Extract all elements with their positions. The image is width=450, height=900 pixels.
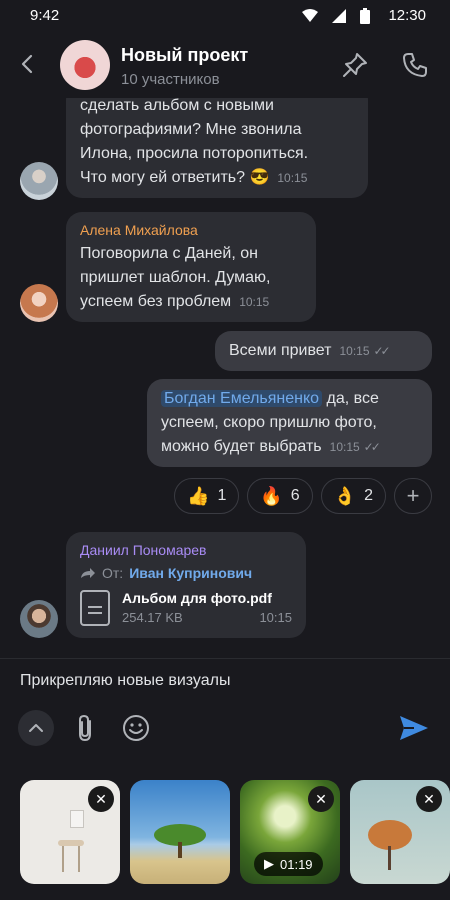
- paperclip-icon: [79, 714, 91, 742]
- smile-icon: [123, 715, 149, 741]
- message-time: 10:15: [329, 440, 360, 454]
- pin-icon: [343, 53, 367, 77]
- read-ticks-icon: ✓✓: [363, 440, 381, 454]
- mention-link[interactable]: Богдан Емельяненко: [161, 390, 323, 407]
- pin-button[interactable]: [340, 50, 370, 80]
- sender-name[interactable]: Даниил Пономарев: [80, 540, 292, 560]
- chat-avatar[interactable]: [60, 40, 110, 90]
- call-button[interactable]: [400, 50, 430, 80]
- reaction-chip[interactable]: 👌 2: [320, 478, 386, 514]
- chat-members-count[interactable]: 10 участников: [121, 71, 220, 88]
- attach-button[interactable]: [68, 710, 104, 746]
- chevron-left-icon: [21, 54, 33, 74]
- status-time-left: 9:42: [30, 7, 60, 24]
- message-time: 10:15: [239, 295, 270, 309]
- message-input[interactable]: Прикрепляю новые визуалы: [20, 672, 230, 690]
- reaction-count: 6: [290, 487, 300, 504]
- battery-icon: [360, 8, 370, 24]
- reaction-chip[interactable]: 👍 1: [174, 478, 240, 514]
- attachment-thumbnail[interactable]: [130, 780, 230, 884]
- play-icon: ▶: [264, 856, 274, 871]
- status-icons: [302, 8, 370, 24]
- back-button[interactable]: [14, 50, 42, 78]
- document-icon: [80, 590, 110, 626]
- message-bubble-outgoing[interactable]: Богдан Емельяненко да, все успеем, скоро…: [147, 379, 432, 467]
- message-text: Всеми привет: [229, 342, 332, 359]
- reactions-bar: 👍 1 🔥 6 👌 2 +: [174, 478, 432, 514]
- forwarded-label: От:: [102, 565, 124, 581]
- file-info: Альбом для фото.pdf 254.17 KB 10:15: [122, 588, 292, 628]
- sender-avatar[interactable]: [20, 162, 58, 200]
- attachment-thumbnail[interactable]: ✕: [20, 780, 120, 884]
- expand-button[interactable]: [18, 710, 54, 746]
- chevron-up-icon: [29, 724, 43, 732]
- phone-icon: [403, 53, 427, 77]
- chat-title[interactable]: Новый проект: [121, 45, 248, 66]
- reaction-chip[interactable]: 🔥 6: [247, 478, 313, 514]
- remove-attachment-button[interactable]: ✕: [308, 786, 334, 812]
- message-bubble[interactable]: сделать альбом с новыми фотографиями? Мн…: [66, 98, 368, 198]
- message-time: 10:15: [339, 344, 370, 358]
- remove-attachment-button[interactable]: ✕: [416, 786, 442, 812]
- file-size-text: 254.17 KB: [122, 610, 183, 625]
- reaction-count: 2: [364, 487, 373, 504]
- read-ticks-icon: ✓✓: [373, 344, 391, 358]
- message-bubble[interactable]: Алена Михайлова Поговорила с Даней, он п…: [66, 212, 316, 322]
- message-bubble[interactable]: Даниил Пономарев От: Иван Купринович Аль…: [66, 532, 306, 638]
- attachment-strip: ✕ ✕ ▶ 01:19 ✕: [20, 780, 450, 884]
- sender-avatar[interactable]: [20, 284, 58, 322]
- message-time: 10:15: [277, 171, 308, 185]
- video-duration: 01:19: [280, 856, 313, 872]
- thumbs-up-icon: 👍: [187, 485, 210, 506]
- send-button[interactable]: [396, 710, 432, 746]
- file-name: Альбом для фото.pdf: [122, 590, 272, 606]
- close-icon: ✕: [95, 790, 107, 807]
- file-attachment[interactable]: Альбом для фото.pdf 254.17 KB 10:15: [80, 588, 292, 628]
- sender-name[interactable]: Алена Михайлова: [80, 220, 302, 240]
- message-bubble-outgoing[interactable]: Всеми привет 10:15 ✓✓: [215, 331, 432, 371]
- message-time: 10:15: [259, 610, 292, 625]
- message-text: сделать альбом с новыми фотографиями? Мн…: [80, 98, 309, 186]
- attachment-thumbnail[interactable]: ✕ ▶ 01:19: [240, 780, 340, 884]
- close-icon: ✕: [315, 790, 327, 807]
- file-size: 254.17 KB 10:15: [122, 608, 292, 628]
- video-duration-badge: ▶ 01:19: [254, 852, 323, 876]
- message-list[interactable]: сделать альбом с новыми фотографиями? Мн…: [0, 98, 450, 658]
- close-icon: ✕: [423, 790, 435, 807]
- signal-icon: [332, 9, 346, 23]
- fire-icon: 🔥: [260, 485, 283, 506]
- add-reaction-button[interactable]: +: [394, 478, 432, 514]
- remove-attachment-button[interactable]: ✕: [88, 786, 114, 812]
- ok-hand-icon: 👌: [333, 485, 357, 506]
- emoji-button[interactable]: [118, 710, 154, 746]
- wifi-icon: [302, 9, 318, 22]
- status-bar: 9:42 12:30: [0, 0, 450, 32]
- attachment-thumbnail[interactable]: ✕: [350, 780, 450, 884]
- reaction-count: 1: [217, 487, 227, 504]
- send-icon: [400, 716, 428, 740]
- chat-header: Новый проект 10 участников: [0, 32, 450, 98]
- composer-divider: [0, 658, 450, 659]
- forwarded-author[interactable]: Иван Купринович: [129, 562, 252, 584]
- plus-icon: +: [406, 483, 420, 508]
- forwarded-from: От: Иван Купринович: [80, 562, 292, 584]
- sender-avatar[interactable]: [20, 600, 58, 638]
- status-time-right: 12:30: [388, 7, 426, 24]
- forward-arrow-icon: [81, 568, 95, 578]
